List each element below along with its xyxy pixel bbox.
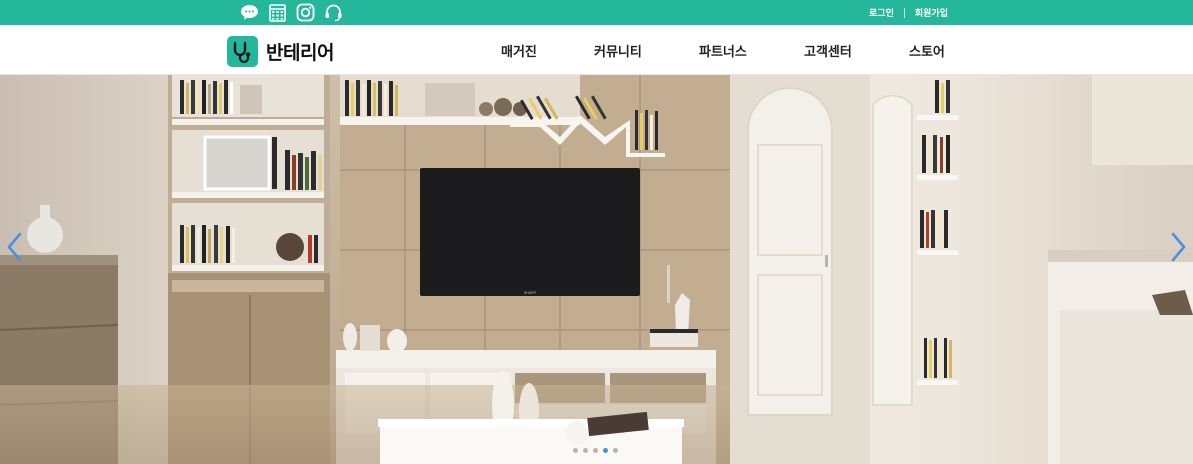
logo[interactable]: 반테리어 <box>227 36 334 67</box>
chevron-right-icon[interactable] <box>1166 230 1190 264</box>
nav-customer-center[interactable]: 고객센터 <box>804 41 852 60</box>
main-header: 반테리어 매거진 커뮤니티 파트너스 고객센터 스토어 <box>0 25 1193 75</box>
slider-dot[interactable] <box>583 448 588 453</box>
slider-dot[interactable] <box>593 448 598 453</box>
nav-magazine[interactable]: 매거진 <box>501 41 537 60</box>
logo-text: 반테리어 <box>266 42 334 64</box>
instagram-icon[interactable] <box>296 3 315 22</box>
slider-dot[interactable] <box>573 448 578 453</box>
nav-store[interactable]: 스토어 <box>909 41 945 60</box>
tv-brand-label: SHARP <box>524 291 537 295</box>
living-room-photo: SHARP <box>0 75 1193 464</box>
login-link[interactable]: 로그인 <box>869 6 894 19</box>
auth-divider <box>903 7 905 18</box>
top-utility-bar: 로그인 회원가입 <box>0 0 1193 25</box>
headset-icon[interactable] <box>324 3 343 22</box>
signup-link[interactable]: 회원가입 <box>915 6 948 19</box>
chevron-left-icon[interactable] <box>3 230 27 264</box>
slider-dot-active[interactable] <box>603 448 608 453</box>
auth-links: 로그인 회원가입 <box>869 0 948 25</box>
slider-pagination <box>573 448 618 453</box>
hero-slider: SHARP <box>0 75 1193 464</box>
nav-partners[interactable]: 파트너스 <box>699 41 747 60</box>
slider-dot[interactable] <box>613 448 618 453</box>
social-icons <box>240 3 343 22</box>
kakao-chat-icon[interactable] <box>240 3 259 22</box>
calendar-icon[interactable] <box>268 3 287 22</box>
nav-community[interactable]: 커뮤니티 <box>594 41 642 60</box>
logo-icon <box>227 36 258 67</box>
